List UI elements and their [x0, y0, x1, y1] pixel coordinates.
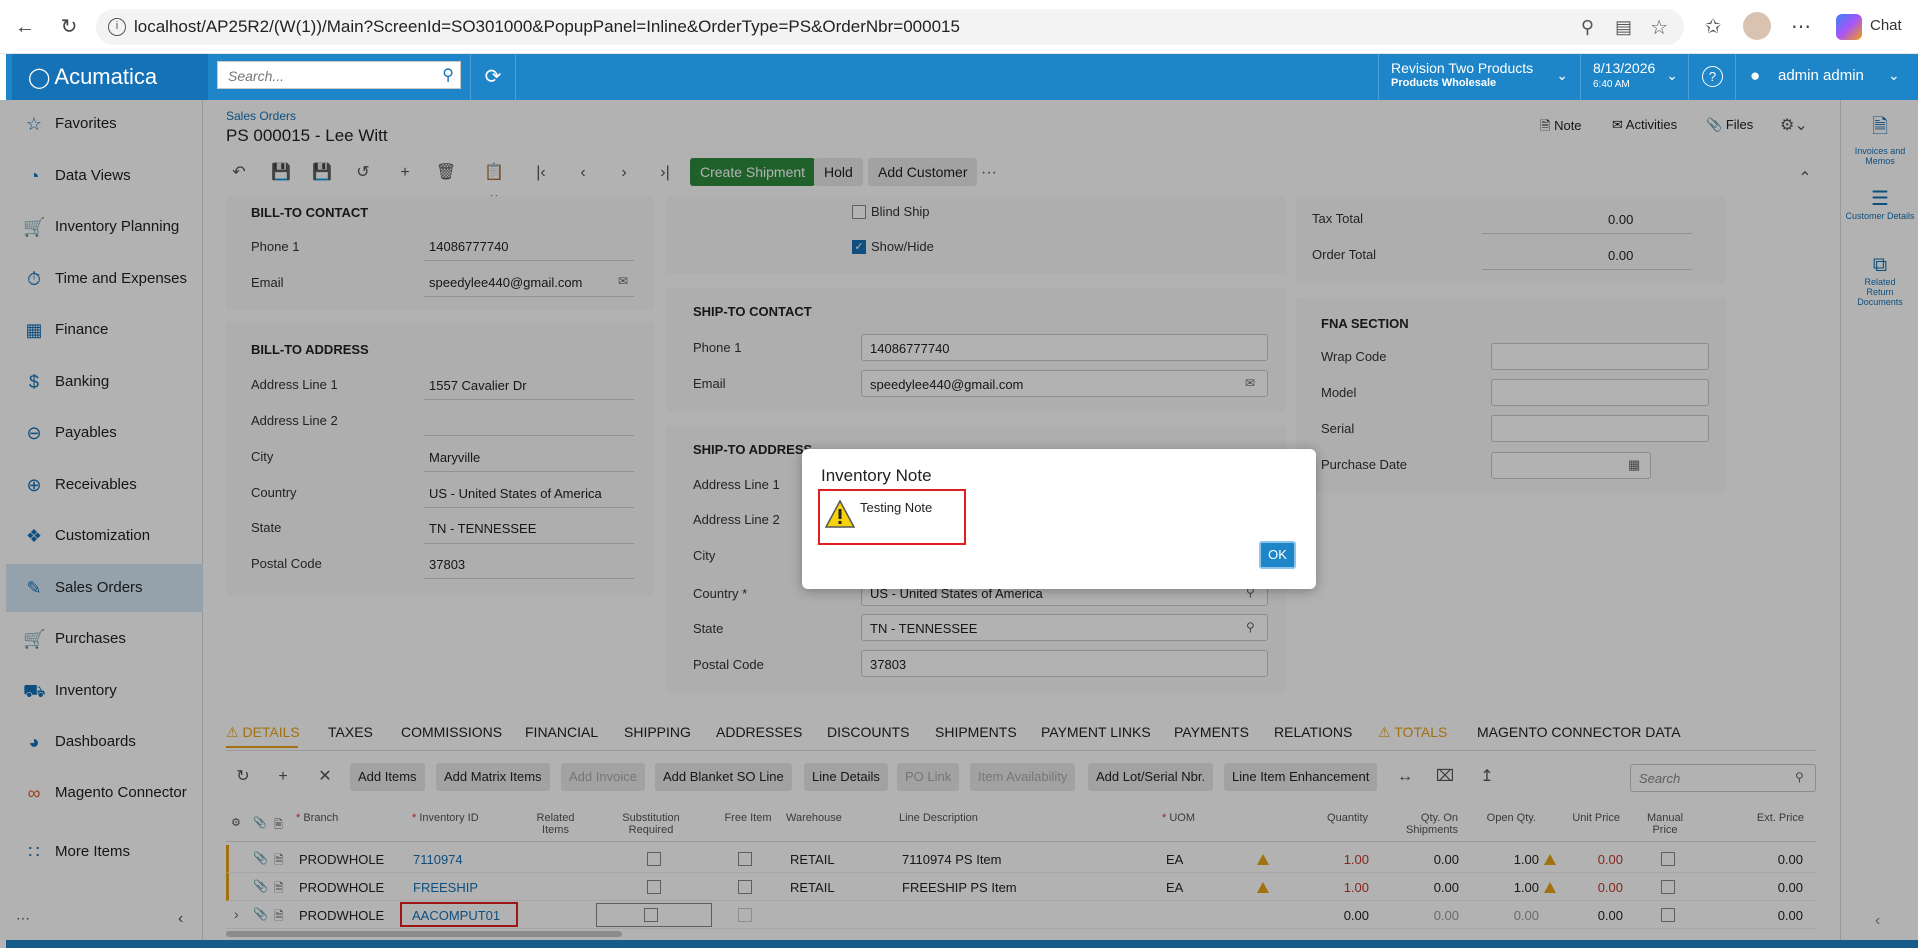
inventory-note-dialog: Inventory Note Testing Note OK [802, 449, 1316, 589]
info-icon[interactable]: i [108, 18, 126, 36]
more-menu-icon[interactable]: ⋯ [1788, 14, 1814, 40]
app-header: ◯ Acumatica Search... ⚲ ⟳ Revision Two Pr… [6, 54, 1918, 100]
user-icon: ● [1750, 66, 1761, 85]
back-icon[interactable]: ← [12, 14, 38, 40]
chat-label[interactable]: Chat [1870, 17, 1902, 34]
global-search-input[interactable]: Search... ⚲ [217, 61, 461, 89]
ok-button[interactable]: OK [1259, 541, 1296, 569]
profile-avatar[interactable] [1743, 12, 1771, 40]
favorite-star-icon[interactable]: ☆ [1650, 15, 1668, 40]
search-icon[interactable]: ⚲ [442, 65, 454, 85]
help-button[interactable]: ? [1688, 54, 1736, 100]
reader-icon[interactable]: ▤ [1615, 17, 1632, 38]
dialog-title: Inventory Note [821, 466, 932, 485]
branch-name: Products Wholesale [1391, 77, 1497, 89]
company-selector[interactable]: Revision Two Products Products Wholesale… [1378, 54, 1580, 100]
logo-icon: ◯ [28, 67, 51, 89]
help-icon: ? [1702, 66, 1723, 87]
business-time: 6:40 AM [1593, 79, 1630, 90]
chevron-down-icon: ⌄ [1556, 67, 1568, 83]
user-menu[interactable]: ● admin admin ⌄ [1736, 54, 1918, 100]
company-name: Revision Two Products [1391, 60, 1534, 76]
copilot-icon[interactable] [1836, 14, 1862, 40]
business-date: 8/13/2026 [1593, 60, 1656, 76]
zoom-icon[interactable]: ⚲ [1581, 17, 1594, 38]
history-icon[interactable]: ⟳ [470, 54, 516, 100]
dialog-message: Testing Note [860, 500, 933, 515]
message-highlight-box: Testing Note [818, 489, 966, 545]
search-placeholder: Search... [228, 68, 285, 84]
chevron-down-icon: ⌄ [1666, 67, 1678, 83]
acumatica-logo[interactable]: ◯ Acumatica [12, 54, 208, 100]
favorites-icon[interactable]: ✩ [1700, 14, 1726, 40]
address-bar[interactable]: i localhost/AP25R2/(W(1))/Main?ScreenId=… [96, 9, 1684, 45]
chevron-down-icon: ⌄ [1888, 67, 1900, 83]
logo-text: Acumatica [54, 64, 158, 89]
browser-toolbar: ← ↻ i localhost/AP25R2/(W(1))/Main?Scree… [0, 0, 1918, 54]
user-name: admin admin [1778, 67, 1864, 84]
refresh-icon[interactable]: ↻ [56, 14, 82, 40]
warning-icon [824, 499, 856, 528]
url-text: localhost/AP25R2/(W(1))/Main?ScreenId=SO… [134, 17, 960, 36]
date-selector[interactable]: 8/13/2026 6:40 AM ⌄ [1580, 54, 1688, 100]
